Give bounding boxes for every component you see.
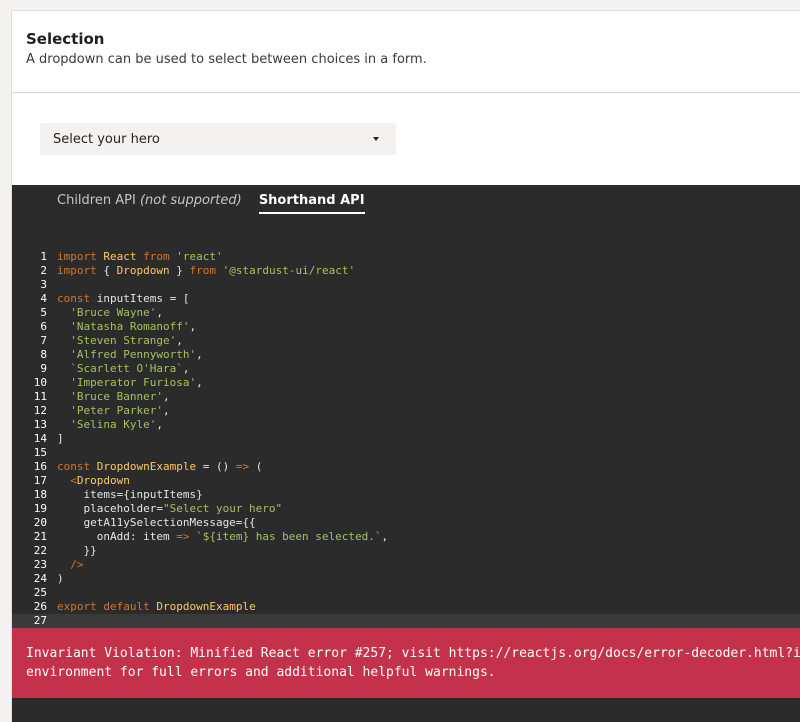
- code-line: 9 `Scarlett O'Hara`,: [12, 362, 800, 376]
- line-number: 7: [40, 334, 47, 347]
- page-title: Selection: [26, 30, 105, 48]
- code-text: />: [70, 558, 84, 571]
- code-line: 5 'Bruce Wayne',: [12, 306, 800, 320]
- code-text: 'Selina Kyle',: [70, 418, 163, 431]
- tab-children-api-label: Children API: [57, 193, 136, 208]
- code-line: 1 import React from 'react': [12, 250, 800, 264]
- code-line: 11 'Bruce Banner',: [12, 390, 800, 404]
- code-text: import React from 'react': [57, 250, 223, 263]
- code-line: 25: [12, 586, 800, 600]
- error-banner: Invariant Violation: Minified React erro…: [12, 628, 800, 698]
- code-line: 23 />: [12, 558, 800, 572]
- code-line: 20 getA11ySelectionMessage={{: [12, 516, 800, 530]
- example-header: Selection A dropdown can be used to sele…: [12, 11, 800, 93]
- example-page: Selection A dropdown can be used to sele…: [11, 10, 800, 722]
- line-number: 9: [40, 362, 47, 375]
- code-line: 3: [12, 278, 800, 292]
- line-number: 3: [40, 278, 47, 291]
- line-number: 2: [40, 264, 47, 277]
- tab-shorthand-api[interactable]: Shorthand API: [258, 193, 365, 214]
- code-line: 13 'Selina Kyle',: [12, 418, 800, 432]
- code-text: onAdd: item => `${item} has been selecte…: [57, 530, 389, 543]
- code-line: 21 onAdd: item => `${item} has been sele…: [12, 530, 800, 544]
- line-number: 10: [33, 376, 47, 389]
- code-line: 14]: [12, 432, 800, 446]
- tab-children-api-note: (not supported): [139, 193, 242, 208]
- line-number: 4: [40, 292, 47, 305]
- line-number: 18: [33, 488, 47, 501]
- code-text: 'Steven Strange',: [70, 334, 183, 347]
- page-subtitle: A dropdown can be used to select between…: [26, 52, 427, 67]
- code-text: const DropdownExample = () => (: [57, 460, 263, 473]
- code-editor-panel: Children API (not supported) Shorthand A…: [12, 185, 800, 722]
- line-number: 20: [33, 516, 47, 529]
- tab-children-api[interactable]: Children API (not supported): [57, 193, 242, 212]
- line-number: 16: [33, 460, 47, 473]
- code-text: placeholder="Select your hero": [57, 502, 283, 515]
- dropdown-placeholder: Select your hero: [53, 132, 160, 147]
- code-line: 7 'Steven Strange',: [12, 334, 800, 348]
- code-line: 10 'Imperator Furiosa',: [12, 376, 800, 390]
- code-line: 2 import { Dropdown } from '@stardust-ui/…: [12, 264, 800, 278]
- hero-dropdown[interactable]: Select your hero: [40, 123, 396, 155]
- line-number: 14: [33, 432, 47, 445]
- code-line: 12 'Peter Parker',: [12, 404, 800, 418]
- code-text: ]: [57, 432, 64, 445]
- code-text: 'Peter Parker',: [70, 404, 170, 417]
- chevron-down-icon[interactable]: [373, 137, 379, 141]
- code-line: 24): [12, 572, 800, 586]
- code-text: export default DropdownExample: [57, 600, 256, 613]
- code-line: 8 'Alfred Pennyworth',: [12, 348, 800, 362]
- line-number: 6: [40, 320, 47, 333]
- code-text: 'Bruce Banner',: [70, 390, 170, 403]
- api-tabs: Children API (not supported) Shorthand A…: [57, 193, 378, 214]
- line-number: 24: [33, 572, 47, 585]
- line-number: 17: [33, 474, 47, 487]
- line-number: 11: [33, 390, 47, 403]
- line-number: 21: [33, 530, 47, 543]
- code-line: 6 'Natasha Romanoff',: [12, 320, 800, 334]
- line-number: 19: [33, 502, 47, 515]
- code-line: 4 const inputItems = [: [12, 292, 800, 306]
- line-number: 5: [40, 306, 47, 319]
- code-line: 17 <Dropdown: [12, 474, 800, 488]
- code-text: getA11ySelectionMessage={{: [57, 516, 256, 529]
- code-text: 'Imperator Furiosa',: [70, 376, 203, 389]
- code-line: 19 placeholder="Select your hero": [12, 502, 800, 516]
- code-text: `Scarlett O'Hara`,: [70, 362, 190, 375]
- line-number: 13: [33, 418, 47, 431]
- error-message-line-1: Invariant Violation: Minified React erro…: [26, 646, 800, 661]
- code-text: ): [57, 572, 64, 585]
- line-number: 15: [33, 446, 47, 459]
- code-editor[interactable]: 1 import React from 'react' 2 import { Drop…: [12, 250, 800, 628]
- code-text: import { Dropdown } from '@stardust-ui/r…: [57, 264, 356, 277]
- line-number: 26: [33, 600, 47, 613]
- line-number: 22: [33, 544, 47, 557]
- line-number: 27: [33, 614, 47, 627]
- error-message-line-2: environment for full errors and addition…: [26, 665, 496, 680]
- code-line: 22 }}: [12, 544, 800, 558]
- code-text: items={inputItems}: [57, 488, 203, 501]
- code-text: <Dropdown: [70, 474, 130, 487]
- line-number: 1: [40, 250, 47, 263]
- line-number: 12: [33, 404, 47, 417]
- code-text: 'Bruce Wayne',: [70, 306, 163, 319]
- code-text: const inputItems = [: [57, 292, 190, 305]
- line-number: 25: [33, 586, 47, 599]
- code-line: 15: [12, 446, 800, 460]
- line-number: 23: [33, 558, 47, 571]
- code-line: 26 export default DropdownExample: [12, 600, 800, 614]
- code-line: 18 items={inputItems}: [12, 488, 800, 502]
- code-text: 'Natasha Romanoff',: [70, 320, 197, 333]
- code-text: }}: [57, 544, 97, 557]
- code-text: 'Alfred Pennyworth',: [70, 348, 203, 361]
- code-line: 27: [12, 614, 800, 628]
- code-line: 16 const DropdownExample = () => (: [12, 460, 800, 474]
- line-number: 8: [40, 348, 47, 361]
